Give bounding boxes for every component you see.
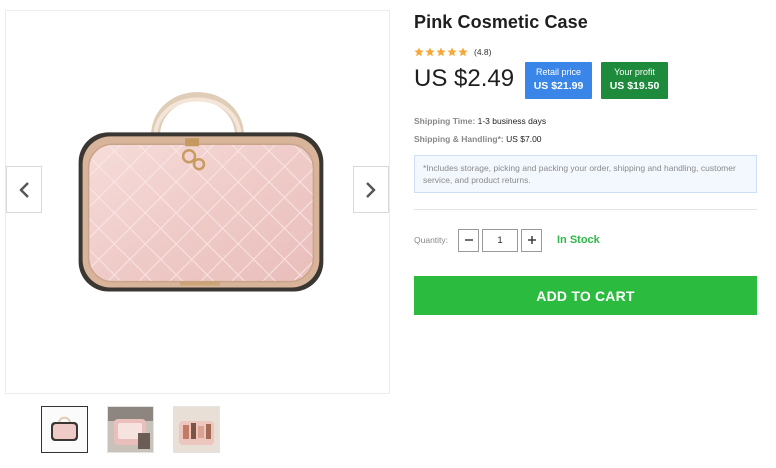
- rating-value: (4.8): [474, 47, 492, 57]
- shipping-time-value: 1-3 business days: [477, 116, 547, 126]
- retail-price-label: Retail price: [535, 67, 582, 77]
- quantity-label: Quantity:: [414, 235, 449, 245]
- product-rating: (4.8): [414, 46, 758, 58]
- star-rating: [414, 47, 468, 57]
- product-price: US $2.49: [414, 65, 515, 92]
- chevron-right-icon: [366, 181, 376, 198]
- star-icon: [447, 47, 457, 57]
- divider: [414, 209, 757, 210]
- star-icon: [436, 47, 446, 57]
- minus-icon: [464, 239, 473, 241]
- star-icon: [425, 47, 435, 57]
- product-info: Pink Cosmetic Case (4.8) US $2.49 Retail…: [414, 12, 758, 315]
- product-title: Pink Cosmetic Case: [414, 12, 588, 32]
- shipping-time: Shipping Time: 1-3 business days: [414, 116, 758, 126]
- retail-price-value: US $21.99: [533, 80, 584, 92]
- quantity-decrease-button[interactable]: [458, 228, 479, 252]
- profit-value: US $19.50: [609, 80, 660, 92]
- price-row: US $2.49 Retail price US $21.99 Your pro…: [414, 62, 758, 102]
- quantity-increase-button[interactable]: [521, 228, 542, 252]
- profit-label: Your profit: [614, 67, 655, 77]
- star-icon: [414, 47, 424, 57]
- product-main-image: [78, 92, 324, 292]
- chevron-left-icon: [19, 181, 29, 198]
- quantity-row: Quantity: In Stock: [414, 228, 758, 252]
- add-to-cart-button[interactable]: ADD TO CART: [414, 276, 757, 315]
- profit-badge: Your profit US $19.50: [601, 62, 668, 99]
- shipping-time-label: Shipping Time:: [414, 116, 476, 126]
- shipping-handling-label: Shipping & Handling*:: [414, 134, 504, 144]
- thumbnail-interior-view[interactable]: [173, 406, 220, 453]
- star-icon: [458, 47, 468, 57]
- product-gallery: [5, 10, 390, 394]
- quantity-input[interactable]: [482, 228, 518, 252]
- thumbnail-main-view[interactable]: [41, 406, 88, 453]
- retail-price-badge: Retail price US $21.99: [525, 62, 592, 99]
- stock-status: In Stock: [557, 234, 600, 246]
- next-image-button[interactable]: [353, 166, 389, 213]
- shipping-note: *Includes storage, picking and packing y…: [414, 155, 757, 193]
- thumbnail-open-view[interactable]: [107, 406, 154, 453]
- thumbnail-strip: [41, 406, 220, 453]
- shipping-handling: Shipping & Handling*: US $7.00: [414, 134, 758, 144]
- shipping-handling-value: US $7.00: [506, 134, 542, 144]
- previous-image-button[interactable]: [6, 166, 42, 213]
- plus-icon: [527, 236, 536, 244]
